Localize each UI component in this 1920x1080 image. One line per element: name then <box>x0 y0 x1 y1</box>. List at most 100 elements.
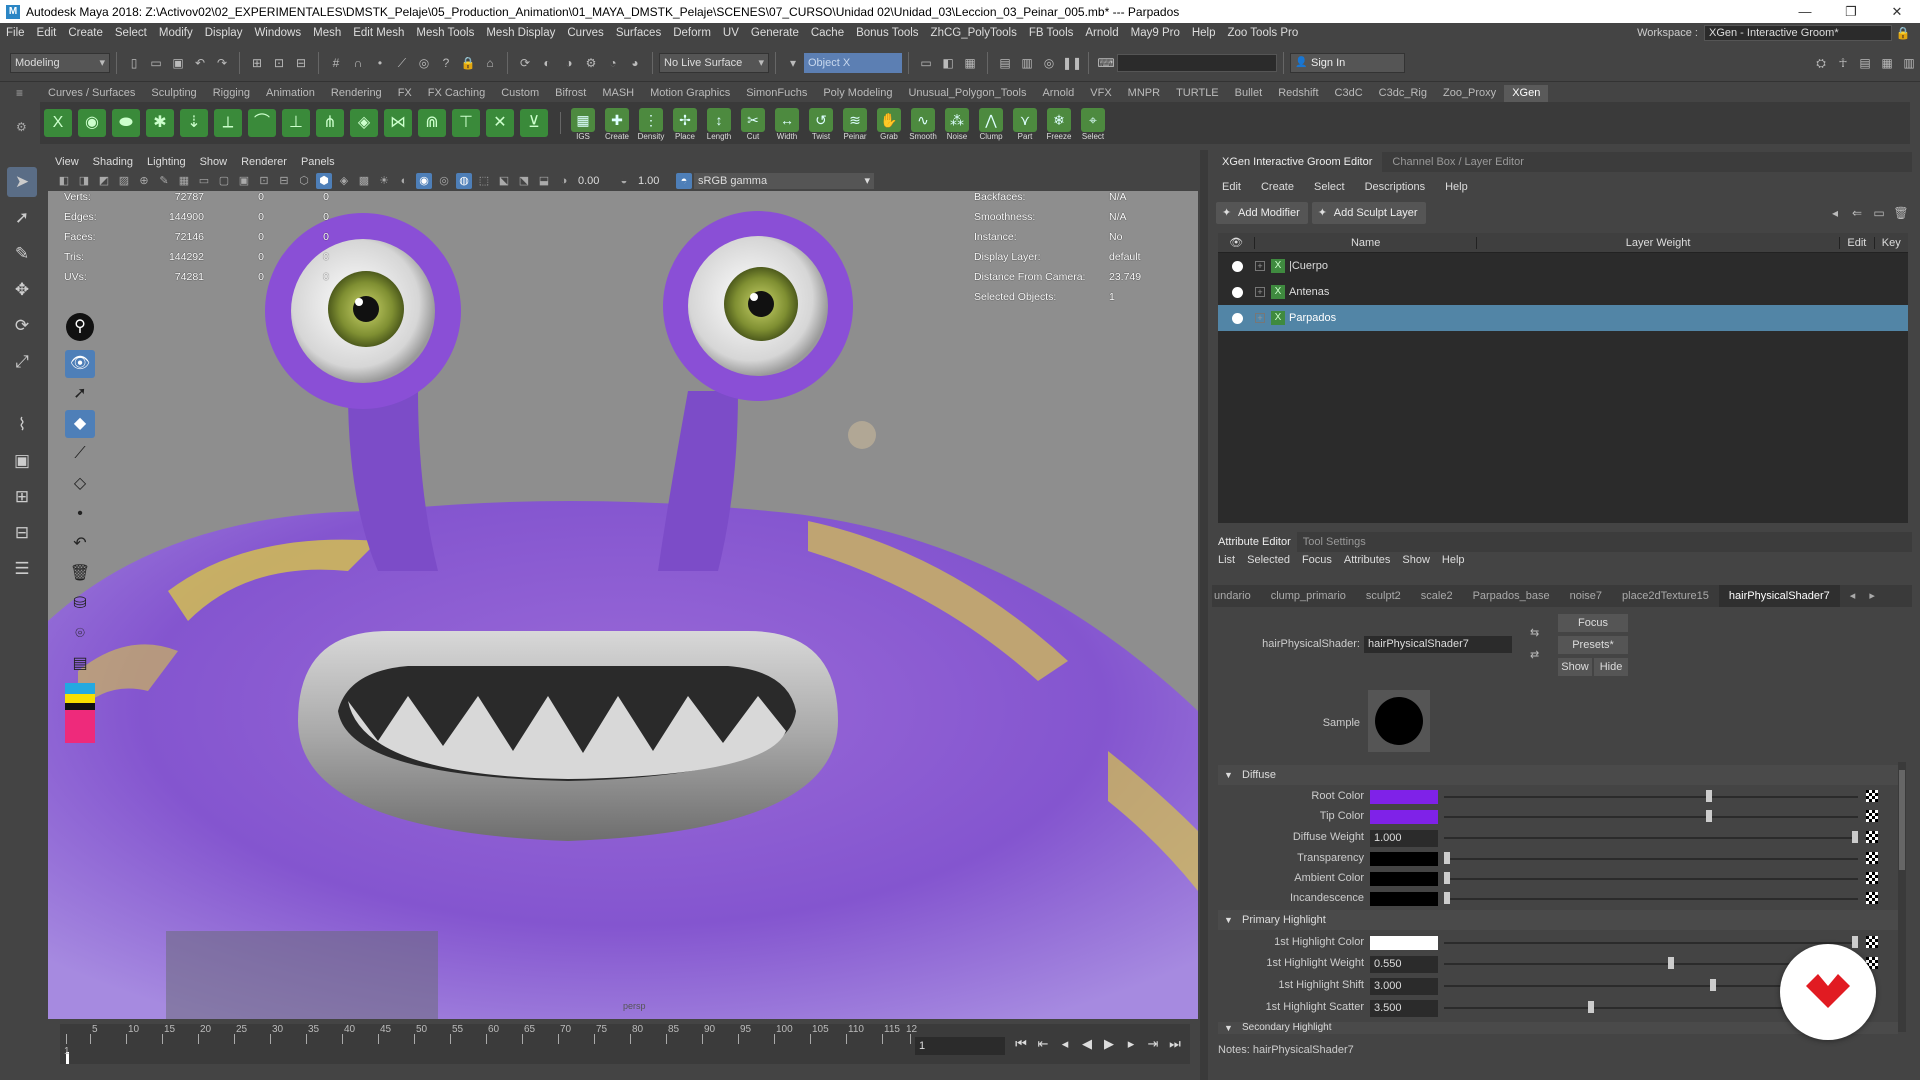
xgen-delete-guide-icon[interactable]: ✕ <box>486 109 514 137</box>
section-diffuse[interactable]: Diffuse <box>1218 765 1898 785</box>
node-tab[interactable]: Parpados_base <box>1463 585 1560 607</box>
wireframe-on-shaded-icon[interactable]: ◈ <box>336 173 352 189</box>
color-swatch-icon[interactable] <box>65 683 95 743</box>
eraser-icon[interactable]: ◇ <box>65 470 95 498</box>
xgen-create-description-icon[interactable]: ◉ <box>78 109 106 137</box>
undo-icon[interactable]: ↶ <box>191 54 209 72</box>
attribute-editor-scrollbar[interactable] <box>1898 762 1906 1032</box>
xgen-move-guide-icon[interactable]: ⇣ <box>180 109 208 137</box>
menu-cache[interactable]: Cache <box>805 27 850 39</box>
root-color-swatch[interactable] <box>1370 790 1438 804</box>
view-transform-dropdown[interactable]: sRGB gamma <box>694 173 874 189</box>
incandescence-handle[interactable] <box>1444 892 1450 904</box>
play-backward-icon[interactable]: ◀ <box>1076 1036 1098 1056</box>
xgen-export-icon[interactable]: ⊻ <box>520 109 548 137</box>
pause-render-icon[interactable]: ❚❚ <box>1062 54 1082 72</box>
expand-icon[interactable]: + <box>1255 261 1265 271</box>
root-color-map-icon[interactable] <box>1866 790 1878 802</box>
node-tab[interactable]: sculpt2 <box>1356 585 1411 607</box>
xgen-menu-help[interactable]: Help <box>1435 181 1478 193</box>
shelf-button-create[interactable]: ✚ Create <box>601 104 633 142</box>
collapse-left-icon[interactable]: ◂ <box>1826 204 1844 222</box>
shelf-button-smooth[interactable]: ∿ Smooth <box>907 104 939 142</box>
viewport-3d[interactable]: persp Verts: 72787 0 0 Edges: 144900 0 0 Faces… <box>48 191 1198 1019</box>
pointer-icon[interactable]: ➚ <box>65 380 95 408</box>
range-slider[interactable] <box>0 1068 1200 1080</box>
menu-edit-mesh[interactable]: Edit Mesh <box>347 27 410 39</box>
highlight-scatter-handle[interactable] <box>1588 1001 1594 1013</box>
shelf-tab-mnpr[interactable]: MNPR <box>1120 85 1168 102</box>
ambient-color-handle[interactable] <box>1444 872 1450 884</box>
shelf-tab-bifrost[interactable]: Bifrost <box>547 85 594 102</box>
select-tool-icon[interactable]: ➤ <box>7 167 37 197</box>
undo-stroke-icon[interactable]: ↶ <box>65 530 95 558</box>
incandescence-swatch[interactable] <box>1370 892 1438 906</box>
shelf-button-clump[interactable]: ⋀ Clump <box>975 104 1007 142</box>
tab-tool-settings[interactable]: Tool Settings <box>1297 532 1372 552</box>
ae-menu-show[interactable]: Show <box>1396 554 1436 566</box>
select-node-icon[interactable]: ⇆ <box>1530 626 1546 642</box>
menu-display[interactable]: Display <box>199 27 249 39</box>
add-modifier-button[interactable]: ✦ Add Modifier <box>1216 202 1308 224</box>
snap-view-icon[interactable]: ⟋ <box>393 54 411 72</box>
export-icon[interactable]: ▭ <box>1870 204 1888 222</box>
tip-color-slider[interactable] <box>1444 816 1858 818</box>
minimize-button[interactable]: — <box>1782 4 1828 19</box>
tab-scroll-left-icon[interactable]: ◂ <box>1840 585 1866 607</box>
brush-tip-icon[interactable]: ⚲ <box>66 313 94 341</box>
camera-attributes-icon[interactable]: ◨ <box>76 173 92 189</box>
table-row[interactable]: + X Antenas <box>1218 279 1908 305</box>
visibility-column-icon[interactable]: 👁 <box>1218 236 1254 249</box>
step-forward-frame-icon[interactable]: ▸ <box>1120 1036 1142 1056</box>
exposure-field[interactable]: 0.00 <box>574 173 614 189</box>
shelf-tab-animation[interactable]: Animation <box>258 85 323 102</box>
visibility-dot[interactable] <box>1232 286 1243 298</box>
visibility-icon[interactable]: 👁 <box>65 350 95 378</box>
highlight-scatter-field[interactable]: 3.500 <box>1370 1000 1438 1017</box>
shelf-settings-icon[interactable]: ⚙ <box>16 120 32 134</box>
step-back-frame-icon[interactable]: ◂ <box>1054 1036 1076 1056</box>
image-plane-icon[interactable]: ▨ <box>116 173 132 189</box>
viewport-menu-view[interactable]: View <box>48 156 86 168</box>
xgen-groom-icon[interactable]: ⬬ <box>112 109 140 137</box>
tip-color-handle[interactable] <box>1706 810 1712 822</box>
four-view-layout-icon[interactable]: ⊞ <box>7 482 37 512</box>
shelf-tab-motion-graphics[interactable]: Motion Graphics <box>642 85 738 102</box>
expand-icon[interactable]: + <box>1255 313 1265 323</box>
shelf-button-igs[interactable]: ▦ IGS <box>567 104 599 142</box>
shelf-tab-turtle[interactable]: TURTLE <box>1168 85 1227 102</box>
diffuse-weight-slider[interactable] <box>1444 837 1858 839</box>
new-scene-icon[interactable]: ▯ <box>125 54 143 72</box>
refresh-render-icon[interactable]: ◎ <box>1040 54 1058 72</box>
point-icon[interactable]: • <box>65 500 95 528</box>
node-tab-active[interactable]: hairPhysicalShader7 <box>1718 585 1840 607</box>
node-tab[interactable]: clump_primario <box>1261 585 1356 607</box>
menu-edit[interactable]: Edit <box>31 27 63 39</box>
xgen-menu-edit[interactable]: Edit <box>1212 181 1251 193</box>
workspace-lock-icon[interactable]: 🔒 <box>1894 24 1912 42</box>
camera-icon[interactable]: ⌾ <box>65 620 95 648</box>
section-primary-highlight[interactable]: Primary Highlight <box>1218 910 1898 930</box>
ambient-color-swatch[interactable] <box>1370 872 1438 886</box>
open-scene-icon[interactable]: ▭ <box>147 54 165 72</box>
shelf-tab-c3dc-rig[interactable]: C3dc_Rig <box>1371 85 1435 102</box>
viewport-menu-renderer[interactable]: Renderer <box>234 156 294 168</box>
menu-generate[interactable]: Generate <box>745 27 805 39</box>
node-tab[interactable]: undario <box>1212 585 1261 607</box>
camera-select-icon[interactable]: ◧ <box>56 173 72 189</box>
redo-icon[interactable]: ↷ <box>213 54 231 72</box>
shelf-tab-custom[interactable]: Custom <box>493 85 547 102</box>
tab-channel-box[interactable]: Channel Box / Layer Editor <box>1382 152 1533 172</box>
rotate-tool-icon[interactable]: ⟳ <box>7 311 37 341</box>
shelf-tab-poly-modeling[interactable]: Poly Modeling <box>815 85 900 102</box>
two-view-layout-icon[interactable]: ⊟ <box>7 518 37 548</box>
menu-curves[interactable]: Curves <box>561 27 609 39</box>
bookmark-icon[interactable]: ◩ <box>96 173 112 189</box>
menu-create[interactable]: Create <box>62 27 109 39</box>
hide-button[interactable]: Hide <box>1594 658 1628 676</box>
shelf-tab-rendering[interactable]: Rendering <box>323 85 390 102</box>
shelf-tab-fx[interactable]: FX <box>390 85 420 102</box>
menu-deform[interactable]: Deform <box>667 27 717 39</box>
step-forward-key-icon[interactable]: ⇥ <box>1142 1036 1164 1056</box>
color-management-icon[interactable]: ◓ <box>676 173 692 189</box>
